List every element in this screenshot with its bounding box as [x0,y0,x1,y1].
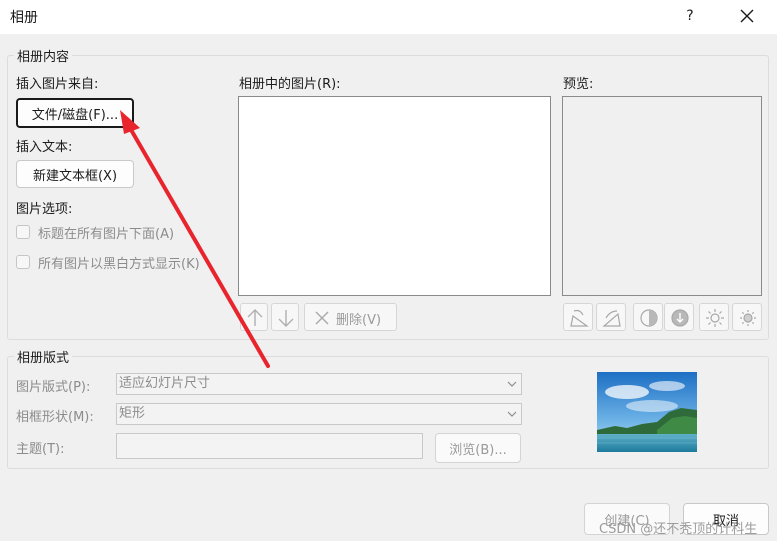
caption-below-option[interactable]: 标题在所有图片下面(A) [16,223,216,242]
rotate-right-icon [602,310,621,327]
insert-text-label: 插入文本: [16,140,73,155]
black-white-label: 所有图片以黑白方式显示(K) [38,257,200,272]
brightness-up-icon [706,309,724,327]
arrow-up-icon [247,309,263,326]
layout-preview-thumbnail [597,372,697,452]
album-layout-group-title: 相册版式 [14,347,73,366]
csdn-watermark: CSDN @还不秃顶的计科生 [599,522,758,537]
contrast-up-button[interactable] [633,303,663,331]
close-icon [740,9,754,23]
frame-shape-label: 相框形状(M): [16,410,94,425]
contrast-down-icon [671,309,689,327]
close-button[interactable] [734,4,760,28]
landscape-thumbnail-image [597,372,697,452]
caption-below-checkbox[interactable] [16,225,30,239]
preview-pane [562,96,762,296]
move-up-button[interactable] [240,303,268,331]
help-button[interactable]: ? [679,4,701,28]
file-disk-button[interactable]: 文件/磁盘(F)... [16,98,134,128]
brightness-down-button[interactable] [732,303,762,331]
dialog-title: 相册 [10,10,38,26]
rotate-left-button[interactable] [563,303,593,331]
contrast-up-icon [640,309,658,327]
delete-button-label: 删除(V) [336,313,382,328]
pictures-in-album-list[interactable] [238,96,551,296]
new-textbox-button[interactable]: 新建文本框(X) [16,160,134,188]
brightness-down-icon [740,310,756,326]
arrow-down-icon [278,310,294,327]
picture-options-label: 图片选项: [16,202,73,217]
brightness-up-button[interactable] [699,303,729,331]
picture-layout-label: 图片版式(P): [16,380,91,395]
chevron-down-icon [507,411,517,417]
frame-shape-select[interactable]: 矩形 [116,403,522,425]
rotate-right-button[interactable] [596,303,626,331]
move-down-button[interactable] [271,303,299,331]
contrast-down-button[interactable] [664,303,694,331]
album-content-group-title: 相册内容 [14,46,73,65]
black-white-checkbox[interactable] [16,255,30,269]
black-white-option[interactable]: 所有图片以黑白方式显示(K) [16,253,228,272]
theme-label: 主题(T): [16,442,65,457]
delete-button[interactable]: 删除(V) [304,303,397,331]
insert-picture-from-label: 插入图片来自: [16,77,99,92]
chevron-down-icon [507,381,517,387]
title-bar: 相册 ? [0,0,777,34]
theme-input[interactable] [116,433,423,459]
picture-layout-value: 适应幻灯片尺寸 [119,376,211,391]
delete-x-icon [315,311,329,325]
pictures-in-album-label: 相册中的图片(R): [239,77,341,92]
rotate-left-icon [570,309,589,327]
preview-label: 预览: [563,77,594,92]
browse-button[interactable]: 浏览(B)... [435,433,521,463]
caption-below-label: 标题在所有图片下面(A) [38,227,175,242]
picture-layout-select[interactable]: 适应幻灯片尺寸 [116,373,522,395]
frame-shape-value: 矩形 [119,406,146,421]
